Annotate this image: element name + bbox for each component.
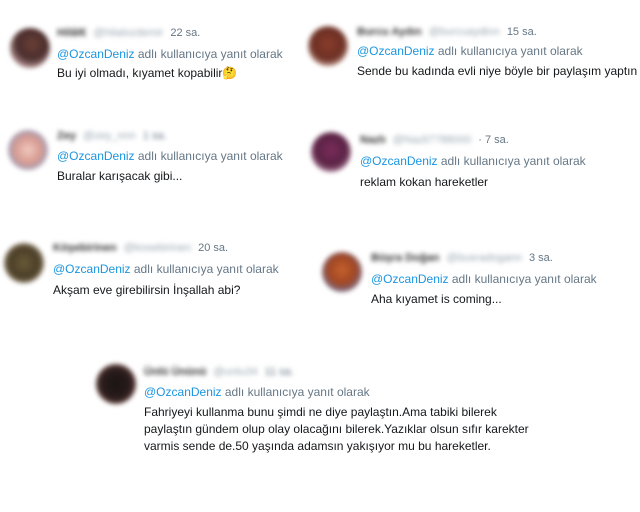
mention-link[interactable]: @OzcanDeniz xyxy=(57,149,135,163)
user-name[interactable]: Köşebirinen xyxy=(53,242,117,254)
timestamp[interactable]: 15 sa. xyxy=(507,26,537,38)
tweet-text: Buralar karışacak gibi... xyxy=(57,169,183,183)
mention-link[interactable]: @OzcanDeniz xyxy=(357,44,435,58)
reply-context: @OzcanDeniz adlı kullanıcıya yanıt olara… xyxy=(53,262,279,276)
tweet-text: reklam kokan hareketler xyxy=(360,175,489,189)
reply-text: adlı kullanıcıya yanıt olarak xyxy=(134,149,283,163)
reply-text: adlı kullanıcıya yanıt olarak xyxy=(221,385,370,399)
timestamp[interactable]: 22 sa. xyxy=(170,27,200,39)
tweet-text: Sende bu kadında evli niye böyle bir pay… xyxy=(357,64,640,78)
tweet-text-content: Bu iyi olmadı, kıyamet kopabilir xyxy=(57,66,223,80)
reply-text: adlı kullanıcıya yanıt olarak xyxy=(130,262,279,276)
user-name[interactable]: Hilâl€ xyxy=(57,27,86,39)
user-handle[interactable]: @burcuaydinn xyxy=(429,26,500,38)
avatar[interactable] xyxy=(8,130,48,170)
timestamp[interactable]: 11 sa. xyxy=(265,366,294,378)
timestamp[interactable]: 3 sa. xyxy=(529,252,553,264)
timestamp[interactable]: · 7 sa. xyxy=(478,134,509,146)
reply-context: @OzcanDeniz adlı kullanıcıya yanıt olara… xyxy=(357,44,583,58)
reply-context: @OzcanDeniz adlı kullanıcıya yanıt olara… xyxy=(144,385,370,399)
avatar[interactable] xyxy=(322,252,362,292)
user-handle[interactable]: @zey_nnn xyxy=(83,130,136,142)
tweet-text: Akşam eve girebilirsin İnşallah abi? xyxy=(53,283,241,297)
avatar[interactable] xyxy=(4,243,44,283)
reply-text: adlı kullanıcıya yanıt olarak xyxy=(134,47,283,61)
user-name[interactable]: Nazlı xyxy=(360,134,386,146)
avatar[interactable] xyxy=(96,364,136,404)
reply-context: @OzcanDeniz adlı kullanıcıya yanıt olara… xyxy=(360,154,586,168)
timestamp[interactable]: 1 sa. xyxy=(143,130,167,142)
avatar[interactable] xyxy=(10,28,50,68)
user-name[interactable]: Zey xyxy=(57,130,76,142)
reply-text: adlı kullanıcıya yanıt olarak xyxy=(448,272,597,286)
timestamp[interactable]: 20 sa. xyxy=(198,242,228,254)
user-handle[interactable]: @busradogann xyxy=(447,252,522,264)
mention-link[interactable]: @OzcanDeniz xyxy=(53,262,131,276)
thinking-emoji-icon: 🤔 xyxy=(222,66,238,80)
tweet-text: Aha kıyamet is coming... xyxy=(371,292,502,306)
tweet-text: Fahriyeyi kullanma bunu şimdi ne diye pa… xyxy=(144,405,529,453)
user-handle[interactable]: @Nazli7788000 xyxy=(393,134,471,146)
user-name[interactable]: Ünlü Ününü xyxy=(144,366,206,378)
user-handle[interactable]: @unlu34 xyxy=(213,366,257,378)
mention-link[interactable]: @OzcanDeniz xyxy=(371,272,449,286)
avatar[interactable] xyxy=(311,132,351,172)
reply-text: adlı kullanıcıya yanıt olarak xyxy=(437,154,586,168)
user-handle[interactable]: @kosebirinen xyxy=(124,242,191,254)
reply-context: @OzcanDeniz adlı kullanıcıya yanıt olara… xyxy=(371,272,597,286)
reply-context: @OzcanDeniz adlı kullanıcıya yanıt olara… xyxy=(57,47,283,61)
reply-text: adlı kullanıcıya yanıt olarak xyxy=(434,44,583,58)
mention-link[interactable]: @OzcanDeniz xyxy=(360,154,438,168)
user-name[interactable]: Burcu Aydın xyxy=(357,26,422,38)
avatar[interactable] xyxy=(308,26,348,66)
user-handle[interactable]: @hilalozdemir xyxy=(93,27,163,39)
mention-link[interactable]: @OzcanDeniz xyxy=(57,47,135,61)
user-name[interactable]: Büşra Doğan xyxy=(371,252,439,264)
mention-link[interactable]: @OzcanDeniz xyxy=(144,385,222,399)
tweet-text: Bu iyi olmadı, kıyamet kopabilir🤔 xyxy=(57,66,237,80)
reply-context: @OzcanDeniz adlı kullanıcıya yanıt olara… xyxy=(57,149,283,163)
